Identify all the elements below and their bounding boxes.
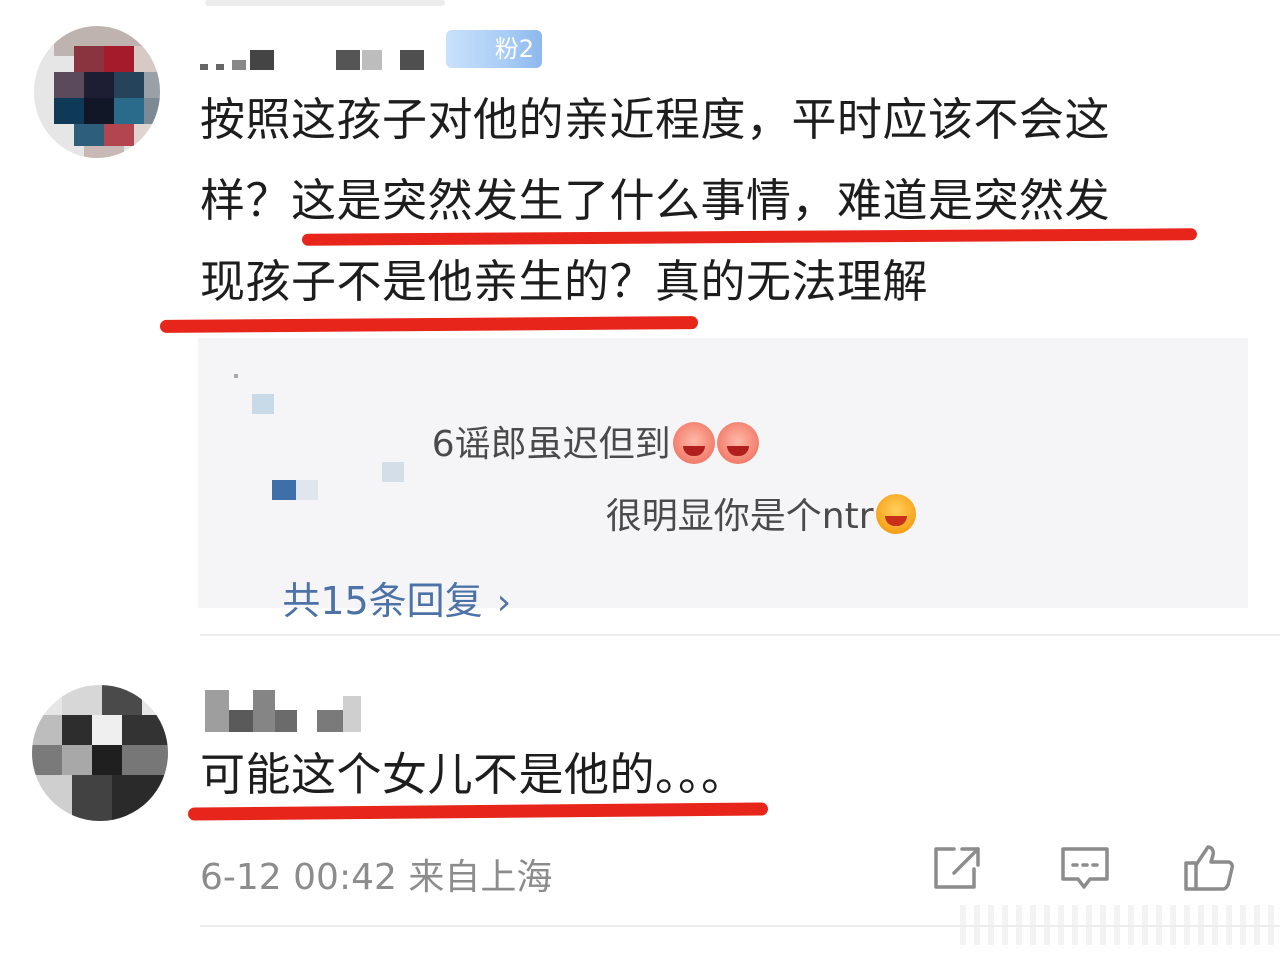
reply-username-blurred[interactable]: [234, 374, 294, 414]
username-blurred[interactable]: [205, 690, 365, 732]
more-replies-label: 共15条回复: [282, 579, 483, 623]
reply-item[interactable]: 很明显你是个ntr: [560, 446, 916, 580]
replies-box[interactable]: 6谣郎虽迟但到 很明显你是个ntr 共15条回复 ›: [198, 338, 1248, 623]
comment-divider: [200, 925, 1280, 927]
comment-meta: 6-12 00:42 来自上海: [200, 857, 553, 898]
more-replies-link[interactable]: 共15条回复 ›: [234, 526, 511, 669]
avatar[interactable]: [32, 685, 168, 821]
red-underline-annotation: [159, 316, 699, 333]
comment-text-line: 按照这孩子对他的亲近程度，平时应该不会这: [200, 93, 1111, 146]
comment-divider: [200, 634, 1280, 636]
username-blurred[interactable]: [200, 36, 460, 76]
chevron-right-icon: ›: [496, 582, 512, 623]
reply-text: 很明显你是个ntr: [605, 496, 874, 537]
like-icon[interactable]: [1182, 843, 1236, 893]
comment-text-line: 现孩子不是他亲生的？真的无法理解: [200, 255, 929, 308]
laughing-face-emoji: [875, 494, 916, 534]
top-divider-fragment: [205, 0, 445, 6]
share-icon[interactable]: [930, 843, 984, 893]
avatar[interactable]: [34, 26, 160, 158]
fan-badge: 粉2: [446, 30, 542, 68]
comment-icon[interactable]: [1058, 843, 1112, 893]
